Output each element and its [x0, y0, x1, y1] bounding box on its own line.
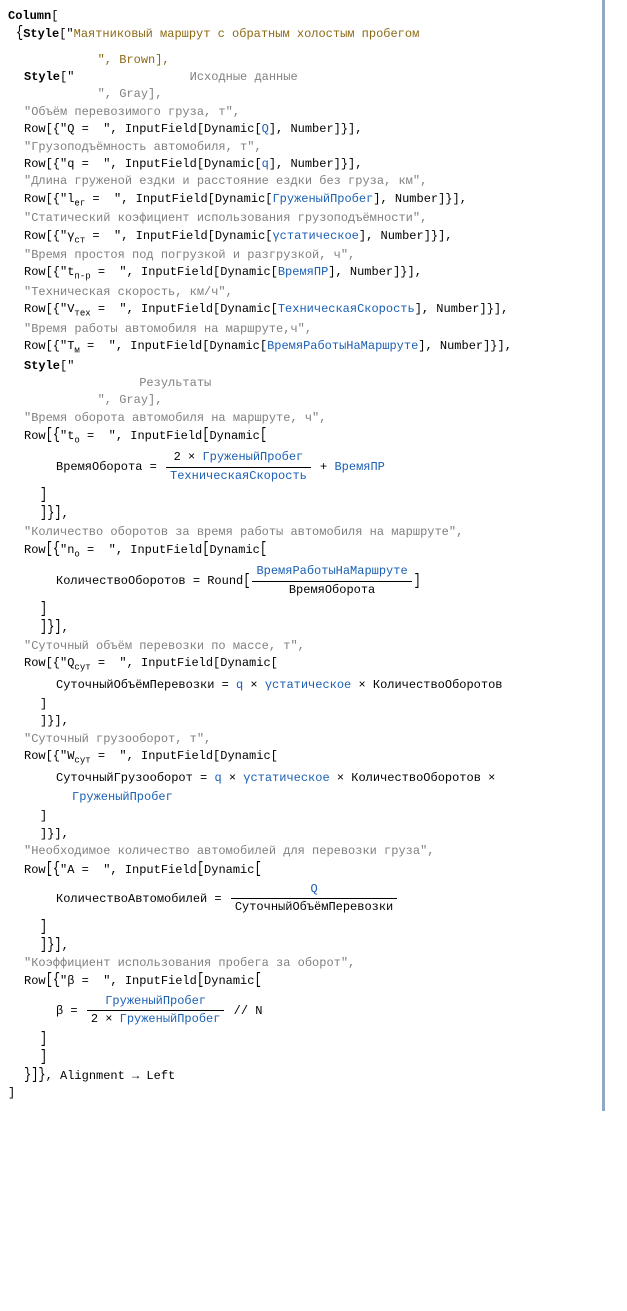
formula-line: СуточныйГрузооборот = q × γстатическое ×…: [8, 770, 592, 787]
string-line: "Необходимое количество автомобилей для …: [8, 843, 592, 860]
string-line: "Время работы автомобиля на маршруте,ч",: [8, 321, 592, 338]
code-line: Row[{"q = ", InputField[Dynamic[q], Numb…: [8, 156, 592, 173]
code-line: ]: [8, 696, 592, 713]
fn-column: Column: [8, 9, 51, 23]
code-line: ]: [8, 1049, 592, 1067]
code-cell[interactable]: Column[ {Style["Маятниковый маршрут с об…: [0, 0, 605, 1111]
string-line: "Время простоя под погрузкой и разгрузко…: [8, 247, 592, 264]
code-line: ]: [8, 1085, 592, 1102]
code-line: Style[" Исходные данные: [8, 69, 592, 86]
string-line: "Количество оборотов за время работы авт…: [8, 524, 592, 541]
formula-line: ВремяОборота = 2 × ГруженыйПробегТехниче…: [8, 449, 592, 485]
formula-line: ГруженыйПробег: [8, 789, 592, 806]
code-line: }]}, Alignment → Left: [8, 1067, 592, 1085]
code-line: Row[{"Vтех = ", InputField[Dynamic[Техни…: [8, 301, 592, 320]
code-line: ]}],: [8, 937, 592, 955]
code-line: ]}],: [8, 713, 592, 730]
code-line: Row[{"Qсут = ", InputField[Dynamic[: [8, 655, 592, 674]
code-line: ]: [8, 487, 592, 505]
string-line: "Длина груженой ездки и расстояние ездки…: [8, 173, 592, 190]
code-line: Row[{"lег = ", InputField[Dynamic[Гружен…: [8, 191, 592, 210]
string-line: "Техническая скорость, км/ч",: [8, 284, 592, 301]
formula-line: КоличествоОборотов = Round[ ВремяРаботыН…: [8, 563, 592, 599]
code-line: ]}],: [8, 619, 592, 637]
code-line: ]}],: [8, 826, 592, 843]
code-line: Row[{"Wсут = ", InputField[Dynamic[: [8, 748, 592, 767]
string-line: "Статический коэфициент использования гр…: [8, 210, 592, 227]
code-line: ]}],: [8, 505, 592, 523]
formula-line: β = ГруженыйПробег2 × ГруженыйПробег // …: [8, 993, 592, 1029]
fraction: 2 × ГруженыйПробегТехническаяСкорость: [166, 449, 311, 485]
code-line: Row[{"tп-р = ", InputField[Dynamic[Время…: [8, 264, 592, 283]
formula-line: КоличествоАвтомобилей = QСуточныйОбъёмПе…: [8, 881, 592, 917]
string-literal: "Маятниковый маршрут с обратным холостым…: [66, 27, 419, 41]
code-line: ]: [8, 808, 592, 825]
formula-line: СуточныйОбъёмПеревозки = q × γстатическо…: [8, 677, 592, 694]
blank-line: [8, 44, 592, 52]
code-line: Row[{"Tм = ", InputField[Dynamic[ВремяРа…: [8, 338, 592, 357]
code-line: ", Brown],: [8, 52, 592, 69]
code-line: Row[{"Q = ", InputField[Dynamic[Q], Numb…: [8, 121, 592, 138]
code-line: Style[": [8, 358, 592, 375]
code-line: Column[: [8, 8, 592, 25]
code-line: {Style["Маятниковый маршрут с обратным х…: [8, 25, 592, 43]
code-line: ", Gray],: [8, 392, 592, 409]
code-line: ]: [8, 919, 592, 937]
string-line: "Грузоподъёмность автомобиля, т",: [8, 139, 592, 156]
code-line: Row[{"tо = ", InputField[Dynamic[: [8, 427, 592, 447]
code-line: ]: [8, 1031, 592, 1049]
code-line: Row[{"nо = ", InputField[Dynamic[: [8, 541, 592, 561]
code-line: Row[{"β = ", InputField[Dynamic[: [8, 972, 592, 990]
string-line: "Объём перевозимого груза, т",: [8, 104, 592, 121]
code-line: Row[{"A = ", InputField[Dynamic[: [8, 861, 592, 879]
code-line: Результаты: [8, 375, 592, 392]
string-line: "Коэффициент использования пробега за об…: [8, 955, 592, 972]
fraction: QСуточныйОбъёмПеревозки: [231, 881, 397, 917]
code-line: ]: [8, 601, 592, 619]
string-line: "Время оборота автомобиля на маршруте, ч…: [8, 410, 592, 427]
fraction: ГруженыйПробег2 × ГруженыйПробег: [87, 993, 225, 1029]
code-line: Row[{"γст = ", InputField[Dynamic[γстати…: [8, 228, 592, 247]
code-line: ", Gray],: [8, 86, 592, 103]
string-line: "Суточный грузооборот, т",: [8, 731, 592, 748]
string-line: "Суточный объём перевозки по массе, т",: [8, 638, 592, 655]
fraction: ВремяРаботыНаМаршрутеВремяОборота: [252, 563, 411, 599]
